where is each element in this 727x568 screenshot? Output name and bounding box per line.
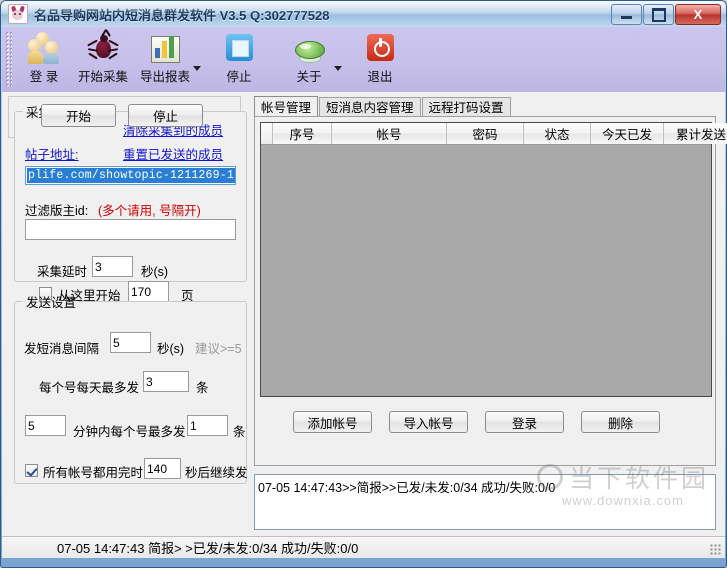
add-account-button[interactable]: 添加帐号 [293, 411, 372, 433]
resume-after-exhausted-label: 所有帐号都用完时 [43, 466, 144, 480]
filter-moderator-hint: (多个请用, 号隔开) [98, 204, 201, 218]
toolbar-label-export-report: 导出报表 [140, 70, 191, 84]
send-interval-hint: 建议>=5 [195, 342, 242, 356]
collect-delay-unit: 秒(s) [141, 265, 169, 279]
stop-button[interactable]: 停止 [128, 104, 203, 127]
post-url-value: plife.com/showtopic-1211269-1.html [27, 168, 235, 183]
send-interval-label: 发短消息间隔 [24, 342, 100, 356]
minutes-window-input[interactable] [25, 415, 66, 436]
collect-delay-input[interactable] [92, 256, 133, 277]
per-account-per-day-label: 每个号每天最多发 [39, 381, 140, 395]
toolbar-label-about: 关于 [296, 70, 322, 84]
column-header-total-sent[interactable]: 累计发送 [664, 123, 727, 144]
toolbar-label-start-collect: 开始采集 [78, 70, 129, 84]
bug-icon [87, 29, 119, 64]
title-bar[interactable]: 名品导购网站内短消息群发软件 V3.5 Q:302777528 X [1, 1, 726, 27]
bar-chart-icon [149, 32, 181, 64]
post-url-label[interactable]: 帖子地址: [25, 144, 78, 163]
toolbar-label-stop: 停止 [226, 70, 252, 84]
send-group-legend: 发送设置 [26, 296, 77, 310]
toolbar-label-exit: 退出 [367, 70, 393, 84]
toolbar-button-export-report[interactable]: 导出报表 [134, 27, 196, 85]
column-header-status[interactable]: 状态 [524, 123, 591, 144]
toolbar-button-login[interactable]: 登 录 [16, 27, 72, 85]
minimize-button[interactable] [611, 4, 642, 25]
window-title: 名品导购网站内短消息群发软件 V3.5 Q:302777528 [34, 7, 330, 23]
toolbar-button-about[interactable]: 关于 [281, 27, 337, 85]
start-button[interactable]: 开始 [41, 104, 116, 127]
left-panel: 采集管理 清除采集到的成员 重置已发送的成员 帖子地址: plife.com/s… [8, 96, 249, 532]
resume-after-exhausted-checkbox[interactable] [25, 464, 38, 478]
accounts-grid-header: 序号 帐号 密码 状态 今天已发 累计发送 [261, 123, 727, 145]
login-account-button[interactable]: 登录 [485, 411, 564, 433]
tab-page-account-management: 序号 帐号 密码 状态 今天已发 累计发送 添加帐号 导入帐号 登录 删除 [254, 116, 727, 466]
collect-settings-group: 采集管理 清除采集到的成员 重置已发送的成员 帖子地址: plife.com/s… [14, 102, 247, 303]
filter-moderator-input[interactable] [25, 219, 236, 240]
delete-account-button[interactable]: 删除 [581, 411, 660, 433]
tab-account-management[interactable]: 帐号管理 [254, 96, 319, 117]
resume-delay-input[interactable] [144, 458, 181, 479]
accounts-grid-body[interactable] [261, 145, 711, 396]
maximize-button[interactable] [643, 4, 674, 25]
grid-corner-cell [261, 123, 273, 144]
link-reset-sent-members[interactable]: 重置已发送的成员 [123, 144, 223, 163]
toolbar-button-stop[interactable]: 停止 [211, 27, 267, 85]
main-content: 采集管理 清除采集到的成员 重置已发送的成员 帖子地址: plife.com/s… [2, 92, 727, 536]
collect-delay-label: 采集延时 [37, 265, 88, 279]
column-header-password[interactable]: 密码 [447, 123, 524, 144]
stop-icon [223, 32, 255, 64]
toolbar-button-start-collect[interactable]: 开始采集 [72, 27, 134, 85]
column-header-sent-today[interactable]: 今天已发 [591, 123, 664, 144]
column-header-index[interactable]: 序号 [273, 123, 332, 144]
tab-strip: 帐号管理 短消息内容管理 远程打码设置 [254, 96, 512, 117]
log-output[interactable]: 07-05 14:47:43>>简报>>已发/未发:0/34 成功/失败:0/0 [254, 474, 716, 530]
application-window: 名品导购网站内短消息群发软件 V3.5 Q:302777528 X 登 录 开始… [0, 0, 727, 568]
toolbar-gripper[interactable] [5, 31, 12, 86]
users-icon [28, 32, 60, 64]
per-account-per-day-unit: 条 [196, 381, 209, 395]
right-panel: 帐号管理 短消息内容管理 远程打码设置 序号 帐号 密码 状态 今天已发 累计发… [254, 96, 727, 532]
minutes-window-unit: 条 [233, 425, 246, 439]
status-bar: 07-05 14:47:43 简报> >已发/未发:0/34 成功/失败:0/0 [2, 536, 725, 558]
main-toolbar: 登 录 开始采集 导出报表 停止 关于 退出 [2, 27, 725, 93]
send-interval-unit: 秒(s) [157, 342, 185, 356]
column-header-account[interactable]: 帐号 [332, 123, 447, 144]
status-bar-text: 07-05 14:47:43 简报> >已发/未发:0/34 成功/失败:0/0 [57, 541, 359, 556]
tab-remote-captcha-settings[interactable]: 远程打码设置 [421, 97, 511, 117]
power-icon [364, 32, 396, 64]
tab-message-content-management[interactable]: 短消息内容管理 [319, 97, 421, 117]
resume-delay-suffix: 秒后继续发 [185, 466, 248, 480]
filter-moderator-label: 过滤版主id: [25, 204, 89, 218]
import-account-button[interactable]: 导入帐号 [389, 411, 468, 433]
close-button[interactable]: X [675, 4, 721, 25]
accounts-grid[interactable]: 序号 帐号 密码 状态 今天已发 累计发送 [260, 122, 727, 397]
resize-grip[interactable] [710, 544, 722, 556]
toolbar-button-exit[interactable]: 退出 [352, 27, 408, 85]
mushroom-icon [293, 32, 326, 64]
minutes-window-label: 分钟内每个号最多发 [73, 425, 186, 439]
send-settings-group: 发送设置 发短消息间隔 秒(s) 建议>=5 每个号每天最多发 条 分钟内每个号… [14, 292, 248, 484]
window-controls: X [611, 4, 721, 25]
minutes-window-count-input[interactable] [187, 415, 228, 436]
toolbar-label-login: 登 录 [29, 70, 59, 84]
per-account-per-day-input[interactable] [143, 371, 189, 392]
send-interval-input[interactable] [110, 332, 151, 353]
app-icon [8, 4, 28, 24]
post-url-input[interactable]: plife.com/showtopic-1211269-1.html [25, 166, 236, 185]
